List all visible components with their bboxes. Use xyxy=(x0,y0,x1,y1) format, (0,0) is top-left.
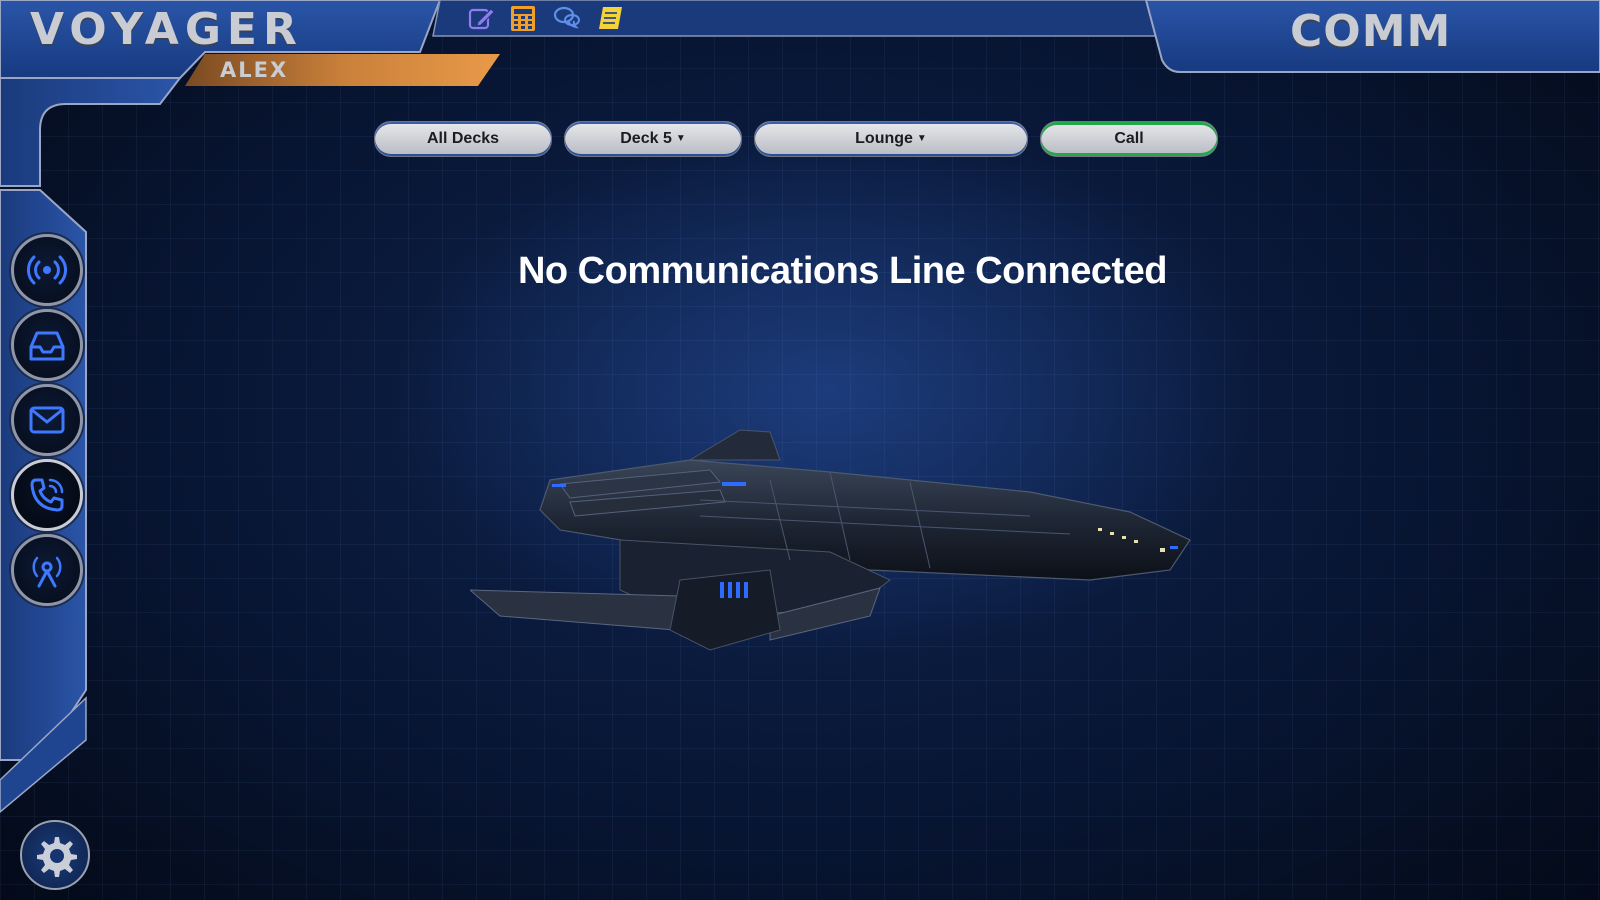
mail-icon xyxy=(29,406,65,434)
broadcast-icon xyxy=(27,255,67,285)
app-title: VOYAGER xyxy=(30,4,303,55)
nav-phone[interactable] xyxy=(11,459,83,531)
deck-select[interactable]: Deck 5 ▼ xyxy=(564,121,742,157)
call-button-label: Call xyxy=(1114,130,1144,147)
chat-icon[interactable] xyxy=(552,3,582,33)
user-name: ALEX xyxy=(220,58,289,82)
room-select[interactable]: Lounge ▼ xyxy=(754,121,1028,157)
app-background: VOYAGER ALEX COMM All Decks Deck 5 ▼ Lou… xyxy=(0,0,1600,900)
chevron-down-icon: ▼ xyxy=(675,132,686,144)
gear-icon xyxy=(37,837,77,877)
phone-icon xyxy=(30,478,64,512)
section-title: COMM xyxy=(1290,6,1452,57)
calculator-icon[interactable] xyxy=(508,3,538,33)
nav-antenna[interactable] xyxy=(11,534,83,606)
edit-icon[interactable] xyxy=(466,3,496,33)
nav-broadcast[interactable] xyxy=(11,234,83,306)
nav-mail[interactable] xyxy=(11,384,83,456)
inbox-icon xyxy=(29,331,65,361)
starship-illustration xyxy=(470,429,1191,651)
notes-icon[interactable] xyxy=(596,3,626,33)
nav-inbox[interactable] xyxy=(11,309,83,381)
all-decks-label: All Decks xyxy=(426,130,500,147)
all-decks-button[interactable]: All Decks xyxy=(374,121,552,157)
status-message: No Communications Line Connected xyxy=(517,250,1168,292)
call-button[interactable]: Call xyxy=(1040,121,1218,157)
settings-button[interactable] xyxy=(20,820,90,890)
chevron-down-icon: ▼ xyxy=(916,132,927,144)
room-select-label: Lounge xyxy=(855,130,913,147)
deck-select-label: Deck 5 xyxy=(620,130,672,147)
antenna-icon xyxy=(32,556,62,588)
